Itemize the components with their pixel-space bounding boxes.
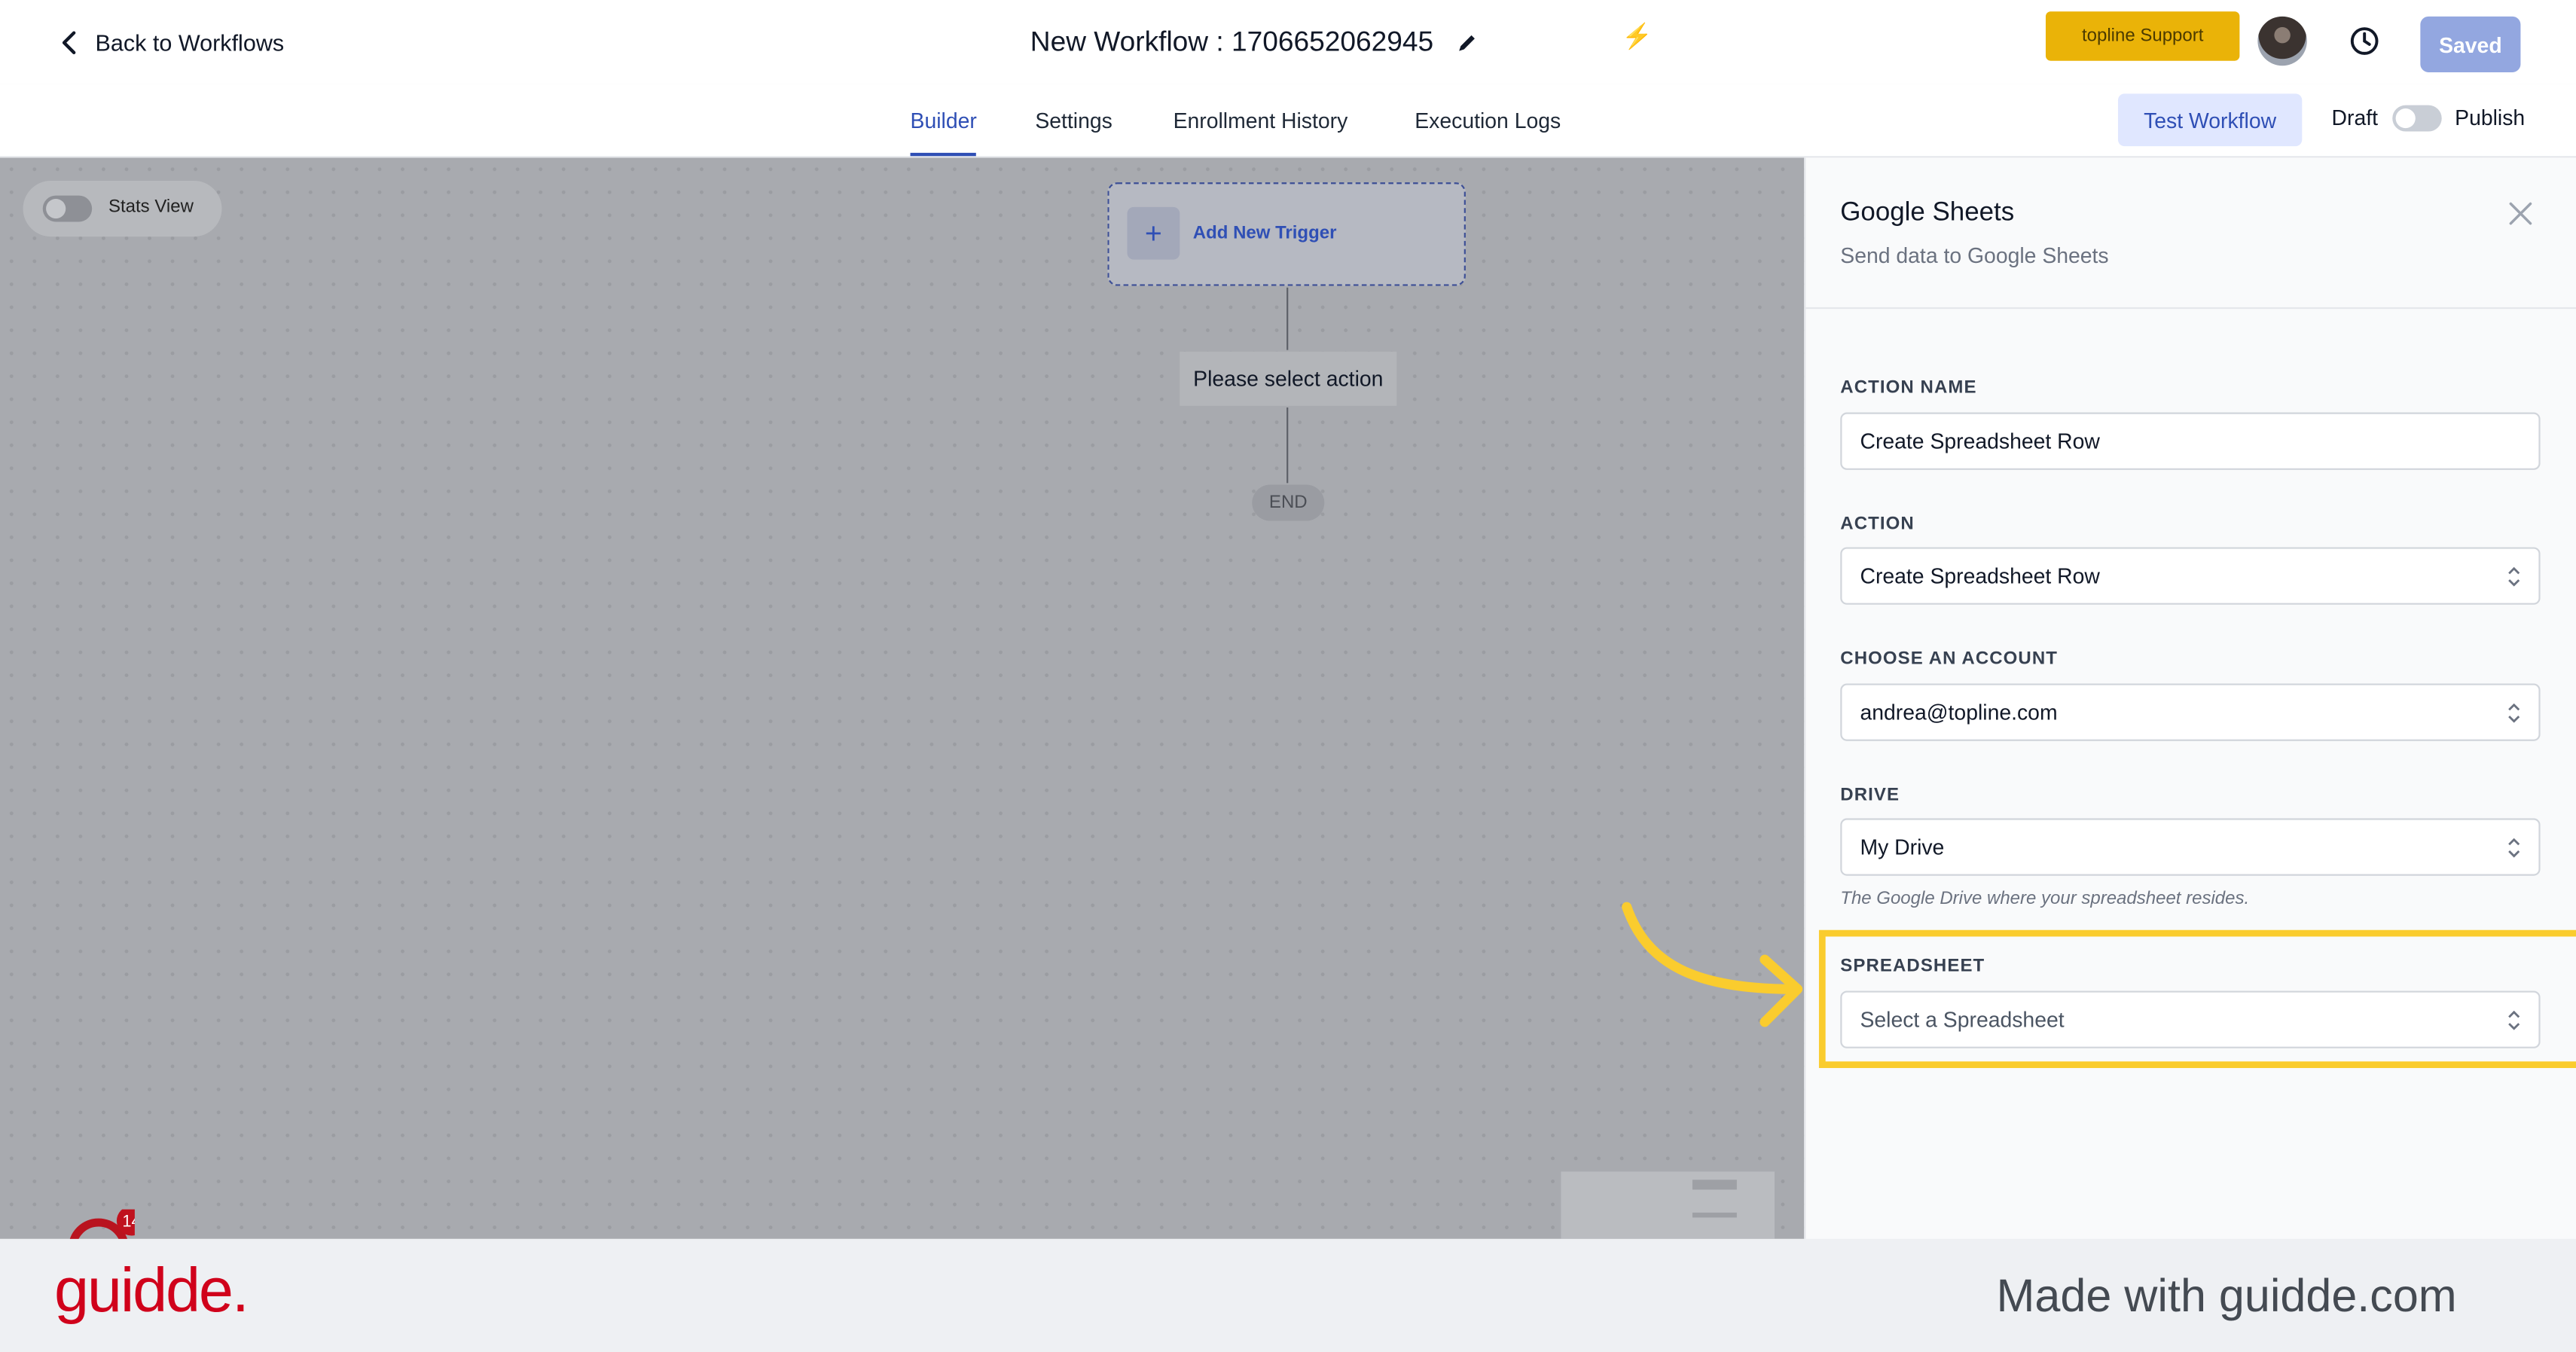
app-window: Back to Workflows New Workflow : 1706652… — [0, 0, 2576, 1352]
close-icon[interactable] — [2509, 202, 2532, 225]
connector-line — [1286, 407, 1289, 484]
back-to-workflows-link[interactable]: Back to Workflows — [56, 23, 284, 63]
toggle-knob — [2395, 108, 2416, 129]
saved-button[interactable]: Saved — [2420, 16, 2521, 72]
tab-builder[interactable]: Builder — [910, 84, 978, 157]
tab-enrollment-history[interactable]: Enrollment History — [1174, 84, 1348, 156]
pointer-arrow-icon — [1622, 902, 1803, 1027]
action-name-label: ACTION NAME — [1840, 377, 1977, 398]
panel-subtitle: Send data to Google Sheets — [1840, 243, 2109, 268]
chevron-up-down-icon — [2508, 566, 2520, 587]
stats-view-toggle[interactable] — [42, 195, 93, 222]
end-node: END — [1252, 484, 1325, 521]
back-link-label: Back to Workflows — [95, 29, 285, 56]
minimap-mark — [1692, 1180, 1737, 1190]
drive-hint-text: The Google Drive where your spreadsheet … — [1840, 889, 2250, 909]
plus-icon[interactable]: + — [1127, 206, 1180, 260]
workflow-canvas[interactable] — [0, 157, 1805, 1239]
avatar[interactable] — [2257, 16, 2307, 66]
chevron-left-icon — [62, 31, 76, 54]
guidde-logo: guidde. — [53, 1256, 249, 1326]
toggle-knob — [46, 198, 66, 219]
chevron-up-down-icon — [2508, 838, 2520, 858]
chevron-up-down-icon — [2508, 703, 2520, 723]
drive-label: DRIVE — [1840, 785, 1900, 805]
drive-select[interactable]: My Drive — [1840, 818, 2541, 876]
support-button[interactable]: topline Support — [2045, 11, 2240, 61]
action-name-input[interactable]: Create Spreadsheet Row — [1840, 412, 2541, 470]
publish-toggle[interactable] — [2392, 105, 2442, 132]
publish-label: Publish — [2455, 105, 2526, 130]
select-action-node[interactable]: Please select action — [1180, 351, 1397, 406]
connector-line — [1286, 287, 1289, 350]
account-select-value: andrea@topline.com — [1860, 700, 2058, 725]
highlight-box — [1818, 929, 2576, 1068]
action-select[interactable]: Create Spreadsheet Row — [1840, 547, 2541, 605]
workflow-title-text: New Workflow : 1706652062945 — [1030, 26, 1434, 58]
made-with-text: Made with guidde.com — [1996, 1270, 2457, 1321]
panel-header — [1805, 157, 2576, 310]
workflow-title[interactable]: New Workflow : 1706652062945 — [1030, 21, 1479, 64]
minimap-mark — [1692, 1212, 1737, 1218]
add-trigger-label[interactable]: Add New Trigger — [1193, 224, 1337, 243]
tab-settings[interactable]: Settings — [1035, 84, 1112, 156]
draft-label: Draft — [2331, 105, 2379, 130]
test-workflow-button[interactable]: Test Workflow — [2117, 93, 2303, 147]
account-label: CHOOSE AN ACCOUNT — [1840, 649, 2059, 669]
history-clock-icon[interactable] — [2348, 25, 2381, 58]
lightning-icon[interactable]: ⚡ — [1622, 21, 1653, 51]
stats-view-label: Stats View — [108, 197, 194, 217]
pencil-icon[interactable] — [1457, 31, 1480, 54]
notification-badge-count: 14 — [122, 1211, 134, 1230]
action-select-value: Create Spreadsheet Row — [1860, 563, 2100, 588]
canvas-minimap[interactable] — [1561, 1171, 1775, 1241]
panel-title: Google Sheets — [1840, 198, 2015, 227]
drive-select-value: My Drive — [1860, 835, 1945, 859]
action-label: ACTION — [1840, 514, 1915, 534]
tab-execution-logs[interactable]: Execution Logs — [1415, 84, 1561, 156]
account-select[interactable]: andrea@topline.com — [1840, 683, 2541, 741]
